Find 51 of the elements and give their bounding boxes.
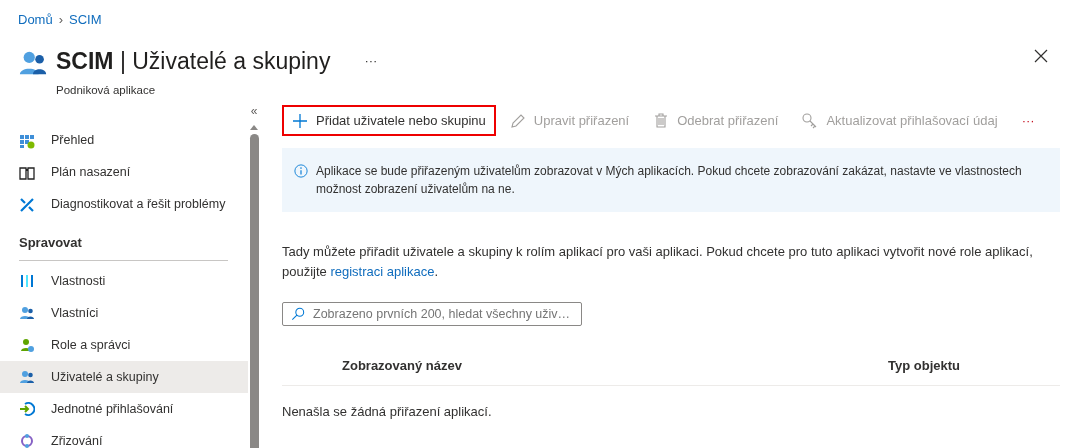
users-icon — [19, 369, 35, 386]
item-label: Přehled — [51, 132, 95, 150]
page-subtitle: Podniková aplikace — [56, 82, 157, 98]
pencil-icon — [509, 112, 526, 129]
scroll-up-icon — [250, 124, 258, 130]
sidebar-item[interactable]: Vlastnosti — [0, 265, 248, 298]
sidebar-item[interactable]: Uživatelé a skupiny — [0, 361, 248, 394]
sidebar-item[interactable]: Vlastníci — [0, 297, 248, 330]
column-header: Typ objektu — [888, 357, 960, 375]
sidebar-item[interactable]: Jednotné přihlašování — [0, 393, 248, 426]
item-label: Plán nasazení — [51, 164, 131, 182]
plus-icon — [292, 112, 308, 129]
info-icon — [294, 164, 308, 179]
item-label: Diagnostikovat a řešit problémy — [51, 196, 226, 214]
bars-icon — [19, 273, 35, 290]
toolbar-button[interactable]: Přidat uživatele nebo skupinu — [282, 104, 496, 137]
section-heading: Spravovat — [18, 233, 83, 252]
sign-in-icon — [19, 401, 35, 418]
search-icon — [291, 307, 305, 322]
close-icon[interactable] — [1034, 49, 1048, 64]
trash-icon — [653, 112, 670, 129]
book-icon — [19, 164, 35, 181]
item-label: Vlastnosti — [51, 272, 106, 290]
item-label: Uživatelé a skupiny — [51, 368, 159, 386]
search-field[interactable]: Zobrazeno prvních 200, hledat všechny uživ… — [282, 302, 582, 327]
item-label: Vlastníci — [51, 304, 99, 322]
grid-icon — [19, 132, 35, 149]
empty-message: Nenašla se žádná přiřazení aplikací. — [282, 403, 493, 422]
users-icon — [19, 305, 35, 322]
more-button[interactable]: ··· — [1011, 104, 1045, 137]
person-icon — [19, 337, 35, 354]
item-label: Zřizování — [51, 432, 103, 448]
page-title: SCIM | Uživatelé a skupiny — [56, 46, 331, 76]
sidebar-item[interactable]: Zřizování — [0, 425, 248, 448]
key-icon — [802, 112, 819, 129]
sync-icon — [19, 433, 35, 448]
item-label: Jednotné přihlašování — [51, 400, 174, 418]
breadcrumb-link[interactable]: SCIM — [69, 10, 102, 30]
collapse-button[interactable]: « — [250, 104, 258, 117]
column-header: Zobrazovaný název — [342, 357, 462, 375]
tools-icon — [19, 196, 35, 213]
sidebar-item[interactable]: Diagnostikovat a řešit problémy — [0, 188, 248, 221]
more-button[interactable]: ··· — [354, 39, 388, 82]
breadcrumb-separator: › — [58, 11, 64, 29]
sidebar-item[interactable]: Plán nasazení — [0, 156, 248, 189]
sidebar-item[interactable]: Role a správci — [0, 329, 248, 362]
description-text: Tady můžete přiřadit uživatele a skupiny k rolím aplikací pro vaši aplikaci. Pokud chcete pro tuto aplikaci vytvořit nové role aplikací, použijte registraci aplikace. — [282, 243, 1034, 282]
item-label: Role a správci — [51, 336, 131, 354]
info-text: Aplikace se bude přiřazeným uživatelům zobrazovat v Mých aplikacích. Pokud chcete zobrazování zakázat, nastavte ve vlastnostech možnost zobrazení uživatelům na ne. — [316, 163, 1023, 199]
sidebar-item[interactable]: Přehled — [0, 124, 248, 157]
breadcrumb-link[interactable]: Domů — [18, 10, 53, 30]
